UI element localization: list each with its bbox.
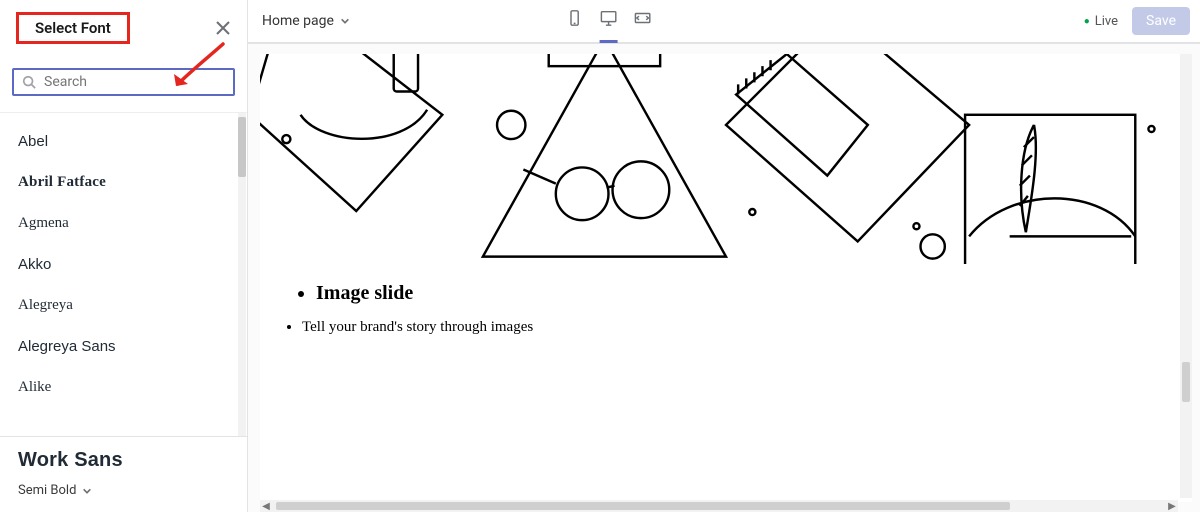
- font-option[interactable]: Alike: [0, 367, 247, 408]
- current-font-footer: Work Sans Semi Bold: [0, 436, 247, 512]
- horizontal-scrollbar[interactable]: ◀▶: [260, 500, 1178, 512]
- topbar: Home page ● Live Save: [248, 0, 1200, 44]
- preview-frame: Image slide Tell your brand's story thro…: [260, 54, 1192, 502]
- hero-illustration: [260, 54, 1192, 264]
- preview-heading: Image slide: [316, 282, 1172, 305]
- panel-header: Select Font: [0, 0, 247, 58]
- live-status: ● Live: [1084, 14, 1118, 29]
- chevron-down-icon: [82, 486, 92, 496]
- fullwidth-icon[interactable]: [634, 9, 652, 27]
- main-area: Home page ● Live Save: [248, 0, 1200, 512]
- font-list: Abel Abril Fatface Agmena Akko Alegreya …: [0, 113, 247, 436]
- close-icon[interactable]: [215, 20, 231, 36]
- mobile-icon[interactable]: [566, 9, 584, 27]
- preview-bullet: Tell your brand's story through images: [302, 319, 1172, 336]
- save-button[interactable]: Save: [1132, 7, 1190, 35]
- device-switcher: [566, 9, 652, 33]
- search-icon: [22, 75, 36, 89]
- font-option[interactable]: Abril Fatface: [0, 162, 247, 203]
- search-box[interactable]: [12, 68, 235, 96]
- font-panel: Select Font Abel Abril Fatface Agmena Ak…: [0, 0, 248, 512]
- preview-canvas: Image slide Tell your brand's story thro…: [248, 44, 1200, 512]
- weight-select[interactable]: Semi Bold: [18, 483, 92, 498]
- font-option[interactable]: Alegreya Sans: [0, 326, 247, 367]
- font-option[interactable]: Agmena: [0, 203, 247, 244]
- preview-text-block: Image slide Tell your brand's story thro…: [260, 268, 1192, 336]
- live-text: Live: [1095, 14, 1118, 29]
- live-dot-icon: ●: [1084, 16, 1090, 27]
- current-font-name: Work Sans: [18, 449, 229, 472]
- annotation-highlight: Select Font: [16, 12, 130, 44]
- panel-title: Select Font: [35, 19, 111, 37]
- font-list-scrollbar[interactable]: [238, 113, 246, 436]
- font-option[interactable]: Alegreya: [0, 285, 247, 326]
- font-option[interactable]: Abel: [0, 121, 247, 162]
- search-row: [0, 58, 247, 113]
- page-selector-label: Home page: [262, 13, 334, 29]
- weight-label: Semi Bold: [18, 483, 76, 498]
- search-input[interactable]: [44, 74, 225, 90]
- desktop-icon[interactable]: [600, 9, 618, 27]
- page-selector[interactable]: Home page: [262, 13, 350, 29]
- chevron-down-icon: [340, 16, 350, 26]
- vertical-scrollbar[interactable]: [1180, 54, 1192, 498]
- font-option[interactable]: Akko: [0, 244, 247, 285]
